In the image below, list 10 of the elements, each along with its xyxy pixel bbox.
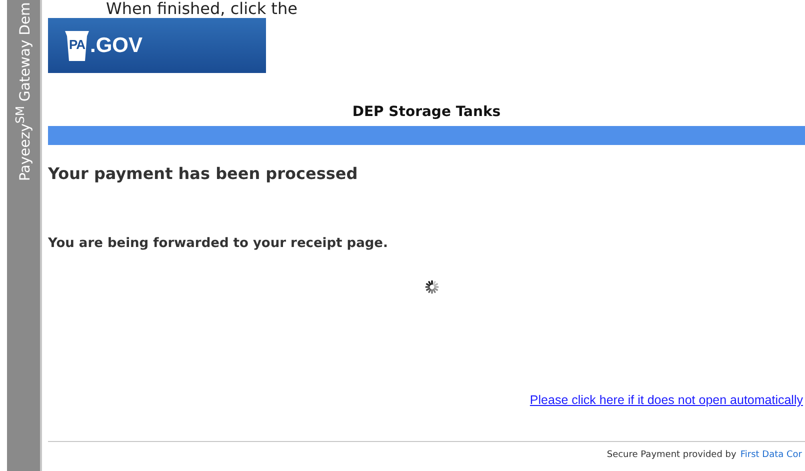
instruction-text: When finished, click the — [105, 0, 298, 18]
forward-message: You are being forwarded to your receipt page. — [48, 236, 389, 251]
keystone-logo-icon: PA — [64, 30, 90, 62]
status-heading: Your payment has been processed — [48, 164, 359, 183]
manual-redirect-link[interactable]: Please click here if it does not open automatically — [530, 393, 803, 407]
logo-text: .GOV — [90, 34, 143, 58]
provider-link[interactable]: First Data Cor — [740, 450, 802, 460]
page-title: DEP Storage Tanks — [351, 104, 502, 120]
footer-text: Secure Payment provided by — [606, 450, 736, 460]
loading-spinner-icon — [424, 280, 438, 294]
